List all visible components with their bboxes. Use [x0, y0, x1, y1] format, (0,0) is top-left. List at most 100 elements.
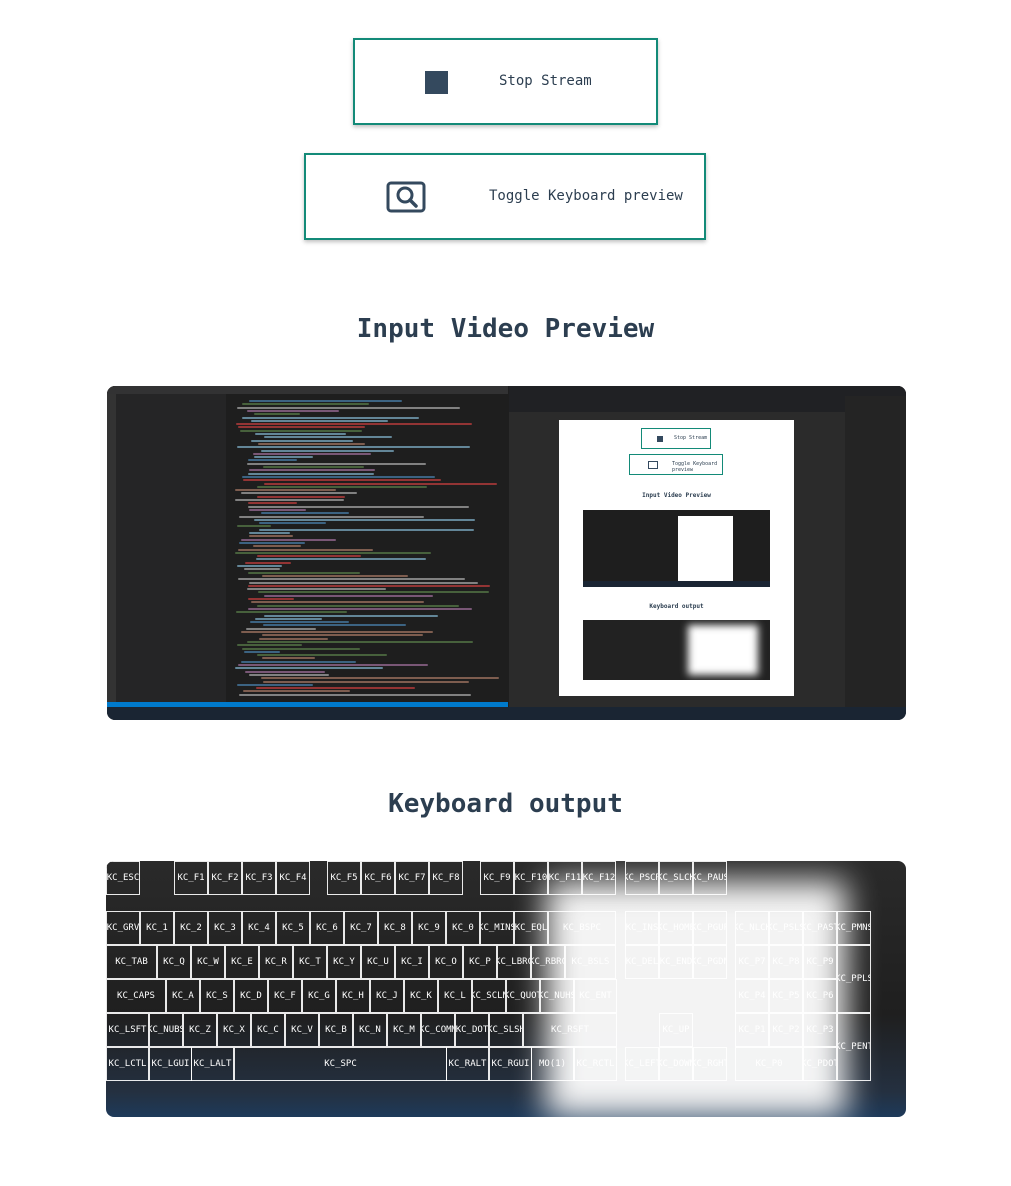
key-kc-left: KC_LEFT [625, 1047, 659, 1081]
key-kc-bsls: KC_BSLS [565, 945, 616, 979]
key-kc-f10: KC_F10 [514, 861, 548, 895]
key-kc-lsft: KC_LSFT [106, 1013, 149, 1047]
mini-keyboard-title: Keyboard output [649, 603, 704, 610]
preview-search-icon [386, 181, 426, 213]
key-kc-del: KC_DEL [625, 945, 659, 979]
key-kc-esc: KC_ESC [106, 861, 140, 895]
mini-stop-button: Stop Stream [641, 428, 711, 449]
key-kc-z: KC_Z [183, 1013, 217, 1047]
mini-video-title: Input Video Preview [642, 492, 711, 499]
key-kc-p0: KC_P0 [735, 1047, 803, 1081]
key-kc-g: KC_G [302, 979, 336, 1013]
key-kc-past: KC_PAST [803, 911, 837, 945]
key-kc-eql: KC_EQL [514, 911, 548, 945]
key-kc-f8: KC_F8 [429, 861, 463, 895]
key-kc-9: KC_9 [412, 911, 446, 945]
keyboard-output-title: Keyboard output [388, 789, 623, 819]
key-kc-rbrc: KC_RBRC [531, 945, 565, 979]
key-kc-2: KC_2 [174, 911, 208, 945]
video-editor-window [107, 386, 508, 707]
key-kc-k: KC_K [404, 979, 438, 1013]
key-kc-p1: KC_P1 [735, 1013, 769, 1047]
key-kc-0: KC_0 [446, 911, 480, 945]
key-kc-p3: KC_P3 [803, 1013, 837, 1047]
key-kc-pent: KC_PENT [837, 1013, 871, 1081]
key-kc-p7: KC_P7 [735, 945, 769, 979]
video-titlebar [107, 386, 508, 394]
video-taskbar [107, 707, 906, 720]
key-kc-f1: KC_F1 [174, 861, 208, 895]
key-kc-r: KC_R [259, 945, 293, 979]
key-kc-ralt: KC_RALT [446, 1047, 489, 1081]
mini-toggle-button: Toggle Keyboard preview [629, 454, 723, 475]
key-kc-spc: KC_SPC [234, 1047, 447, 1081]
input-video-preview: Stop Stream Toggle Keyboard preview Inpu… [107, 386, 906, 720]
key-kc-1: KC_1 [140, 911, 174, 945]
video-devtools-panel [845, 396, 906, 707]
key-kc-tab: KC_TAB [106, 945, 157, 979]
key-kc-nubs: KC_NUBS [149, 1013, 183, 1047]
key-kc-c: KC_C [251, 1013, 285, 1047]
keyboard-output: KC_ESC KC_F1 KC_F2 KC_F3 KC_F4 KC_F5 KC_F6 KC_F… [106, 861, 906, 1117]
key-kc-f: KC_F [268, 979, 302, 1013]
key-kc-ppls: KC_PPLS [837, 945, 871, 1013]
key-kc-a: KC_A [166, 979, 200, 1013]
key-kc-i: KC_I [395, 945, 429, 979]
video-activity-bar [107, 394, 116, 707]
key-kc-up: KC_UP [659, 1013, 693, 1047]
key-kc-mins: KC_MINS [480, 911, 514, 945]
key-kc-7: KC_7 [344, 911, 378, 945]
key-kc-pmns: KC_PMNS [837, 911, 871, 945]
mini-stop-label: Stop Stream [674, 435, 708, 441]
key-kc-f2: KC_F2 [208, 861, 242, 895]
key-kc-l: KC_L [438, 979, 472, 1013]
key-kc-home: KC_HOME [659, 911, 693, 945]
key-kc-b: KC_B [319, 1013, 353, 1047]
mini-video-frame [583, 510, 770, 587]
key-kc-6: KC_6 [310, 911, 344, 945]
key-kc-bspc: KC_BSPC [548, 911, 616, 945]
key-kc-psls: KC_PSLS [769, 911, 803, 945]
key-kc-f9: KC_F9 [480, 861, 514, 895]
key-kc-scln: KC_SCLN [472, 979, 506, 1013]
key-kc-dot: KC_DOT [455, 1013, 489, 1047]
key-kc-p4: KC_P4 [735, 979, 769, 1013]
key-kc-h: KC_H [336, 979, 370, 1013]
mini-toggle-icon [648, 461, 658, 469]
key-kc-rgui: KC_RGUI [489, 1047, 532, 1081]
key-kc-s: KC_S [200, 979, 234, 1013]
key-kc-f12: KC_F12 [582, 861, 616, 895]
mini-toggle-label: Toggle Keyboard preview [672, 461, 718, 473]
key-kc-5: KC_5 [276, 911, 310, 945]
toggle-keyboard-preview-button[interactable]: Toggle Keyboard preview [304, 153, 706, 240]
key-kc-p9: KC_P9 [803, 945, 837, 979]
key-kc-3: KC_3 [208, 911, 242, 945]
mini-keyboard-frame [583, 620, 770, 680]
key-kc-m: KC_M [387, 1013, 421, 1047]
key-kc-f3: KC_F3 [242, 861, 276, 895]
key-kc-pgdn: KC_PGDN [693, 945, 727, 979]
key-kc-f4: KC_F4 [276, 861, 310, 895]
key-kc-pdot: KC_PDOT [803, 1047, 837, 1081]
key-kc-pscr: KC_PSCR [625, 861, 659, 895]
key-kc-lalt: KC_LALT [191, 1047, 234, 1081]
key-kc-f7: KC_F7 [395, 861, 429, 895]
key-kc-nuhs: KC_NUHS [540, 979, 574, 1013]
key-kc-d: KC_D [234, 979, 268, 1013]
key-kc-pgup: KC_PGUP [693, 911, 727, 945]
key-kc-ent: KC_ENT [574, 979, 617, 1013]
key-kc-quot: KC_QUOT [506, 979, 540, 1013]
key-kc-e: KC_E [225, 945, 259, 979]
key-kc-grv: KC_GRV [106, 911, 140, 945]
key-kc-8: KC_8 [378, 911, 412, 945]
stop-stream-button[interactable]: Stop Stream [353, 38, 658, 125]
key-kc-p5: KC_P5 [769, 979, 803, 1013]
key-kc-paus: KC_PAUS [693, 861, 727, 895]
key-kc-nlck: KC_NLCK [735, 911, 769, 945]
key-kc-p6: KC_P6 [803, 979, 837, 1013]
key-kc-lctl: KC_LCTL [106, 1047, 149, 1081]
key-kc-f5: KC_F5 [327, 861, 361, 895]
video-preview-title: Input Video Preview [356, 314, 655, 344]
key-kc-u: KC_U [361, 945, 395, 979]
key-kc-x: KC_X [217, 1013, 251, 1047]
